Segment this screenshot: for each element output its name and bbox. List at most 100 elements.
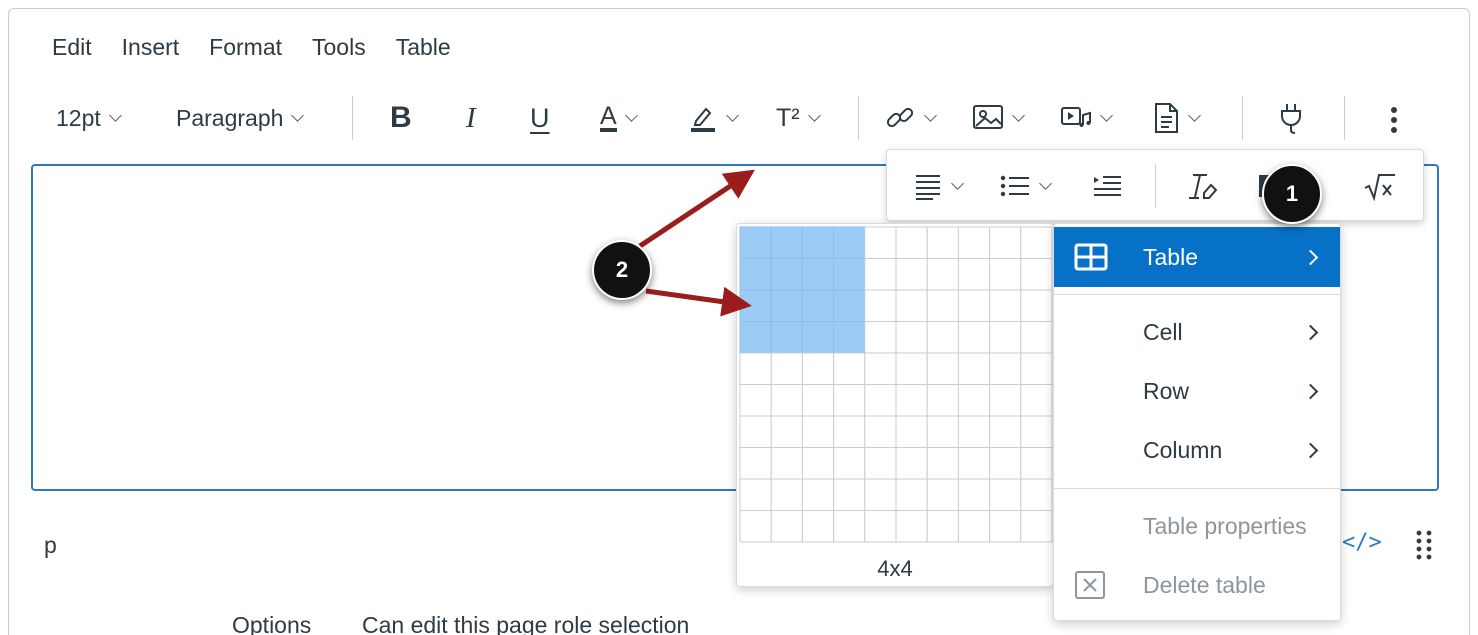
menu-table[interactable]: Table (396, 32, 451, 62)
table-grid-cell[interactable] (739, 415, 772, 448)
table-grid-cell[interactable] (989, 384, 1022, 417)
indent-button[interactable] (1091, 162, 1123, 210)
menu-item-column[interactable]: Column (1054, 420, 1340, 480)
table-grid-cell[interactable] (926, 510, 959, 543)
table-grid-cell[interactable] (926, 447, 959, 480)
table-grid-cell[interactable] (989, 478, 1022, 511)
table-grid-cell[interactable] (864, 321, 897, 354)
table-grid-cell[interactable] (770, 352, 803, 385)
table-grid-cell[interactable] (770, 226, 803, 259)
table-grid-cell[interactable] (864, 478, 897, 511)
menu-item-row[interactable]: Row (1054, 361, 1340, 421)
table-grid-cell[interactable] (770, 289, 803, 322)
table-grid-cell[interactable] (895, 384, 928, 417)
list-button[interactable] (999, 162, 1052, 210)
table-grid-cell[interactable] (801, 289, 835, 322)
table-grid-cell[interactable] (739, 289, 772, 322)
apps-button[interactable] (1276, 94, 1306, 142)
table-grid-cell[interactable] (739, 258, 772, 291)
table-grid-cell[interactable] (895, 289, 928, 322)
table-grid-cell[interactable] (864, 226, 897, 259)
table-grid-cell[interactable] (1020, 226, 1053, 259)
table-grid-cell[interactable] (895, 510, 928, 543)
table-grid-cell[interactable] (926, 352, 959, 385)
italic-button[interactable]: I (466, 94, 476, 142)
table-grid-cell[interactable] (864, 415, 897, 448)
table-grid-cell[interactable] (770, 478, 803, 511)
table-grid-cell[interactable] (989, 352, 1022, 385)
menu-format[interactable]: Format (209, 32, 282, 62)
table-grid-cell[interactable] (770, 321, 803, 354)
table-grid-cell[interactable] (926, 258, 959, 291)
table-grid-cell[interactable] (801, 258, 835, 291)
element-path[interactable]: p (44, 532, 57, 559)
table-grid-cell[interactable] (1020, 321, 1053, 354)
table-grid-cell[interactable] (864, 447, 897, 480)
table-grid-cell[interactable] (1020, 478, 1053, 511)
table-grid-cell[interactable] (833, 258, 866, 291)
table-grid-cell[interactable] (801, 510, 835, 543)
highlight-color-button[interactable] (688, 94, 739, 142)
more-options-button[interactable] (1382, 94, 1406, 142)
table-grid-cell[interactable] (833, 289, 866, 322)
menu-item-cell[interactable]: Cell (1054, 302, 1340, 362)
table-grid-cell[interactable] (770, 415, 803, 448)
table-grid-cell[interactable] (926, 321, 959, 354)
table-grid-cell[interactable] (739, 226, 772, 259)
table-grid-cell[interactable] (801, 321, 835, 354)
table-grid-cell[interactable] (926, 478, 959, 511)
table-grid-cell[interactable] (989, 510, 1022, 543)
table-grid-cell[interactable] (1020, 352, 1053, 385)
table-grid-cell[interactable] (864, 384, 897, 417)
table-grid-cell[interactable] (739, 352, 772, 385)
block-format-dropdown[interactable]: Paragraph (176, 94, 305, 142)
bold-button[interactable]: B (390, 94, 412, 142)
table-grid[interactable] (737, 224, 1055, 544)
clear-formatting-button[interactable] (1187, 162, 1219, 210)
table-grid-cell[interactable] (957, 289, 991, 322)
font-color-button[interactable]: A (600, 94, 638, 142)
table-grid-cell[interactable] (1020, 415, 1053, 448)
table-grid-cell[interactable] (957, 478, 991, 511)
table-grid-cell[interactable] (770, 510, 803, 543)
table-grid-cell[interactable] (1020, 384, 1053, 417)
table-grid-cell[interactable] (1020, 258, 1053, 291)
table-grid-cell[interactable] (770, 384, 803, 417)
table-grid-cell[interactable] (926, 226, 959, 259)
table-grid-cell[interactable] (770, 258, 803, 291)
font-size-dropdown[interactable]: 12pt (56, 94, 122, 142)
table-grid-cell[interactable] (957, 258, 991, 291)
table-grid-cell[interactable] (957, 447, 991, 480)
table-grid-cell[interactable] (801, 447, 835, 480)
table-grid-cell[interactable] (957, 352, 991, 385)
table-grid-cell[interactable] (801, 415, 835, 448)
underline-button[interactable]: U (530, 94, 550, 142)
table-grid-cell[interactable] (895, 352, 928, 385)
document-button[interactable] (1152, 94, 1201, 142)
menu-insert[interactable]: Insert (122, 32, 180, 62)
table-grid-cell[interactable] (895, 258, 928, 291)
table-grid-cell[interactable] (895, 321, 928, 354)
table-grid-cell[interactable] (989, 226, 1022, 259)
table-grid-cell[interactable] (739, 321, 772, 354)
table-grid-cell[interactable] (895, 415, 928, 448)
table-grid-cell[interactable] (833, 510, 866, 543)
table-grid-cell[interactable] (833, 478, 866, 511)
menu-tools[interactable]: Tools (312, 32, 366, 62)
table-grid-cell[interactable] (989, 258, 1022, 291)
table-grid-cell[interactable] (833, 384, 866, 417)
table-grid-cell[interactable] (895, 226, 928, 259)
table-grid-cell[interactable] (864, 289, 897, 322)
table-grid-cell[interactable] (895, 478, 928, 511)
table-grid-cell[interactable] (926, 415, 959, 448)
table-grid-cell[interactable] (801, 226, 835, 259)
table-grid-cell[interactable] (1020, 289, 1053, 322)
table-grid-cell[interactable] (739, 447, 772, 480)
menu-item-table[interactable]: Table (1054, 227, 1340, 287)
table-grid-cell[interactable] (801, 478, 835, 511)
table-grid-cell[interactable] (957, 415, 991, 448)
table-grid-cell[interactable] (989, 447, 1022, 480)
table-grid-cell[interactable] (989, 321, 1022, 354)
equation-button[interactable] (1363, 162, 1397, 210)
table-grid-cell[interactable] (770, 447, 803, 480)
